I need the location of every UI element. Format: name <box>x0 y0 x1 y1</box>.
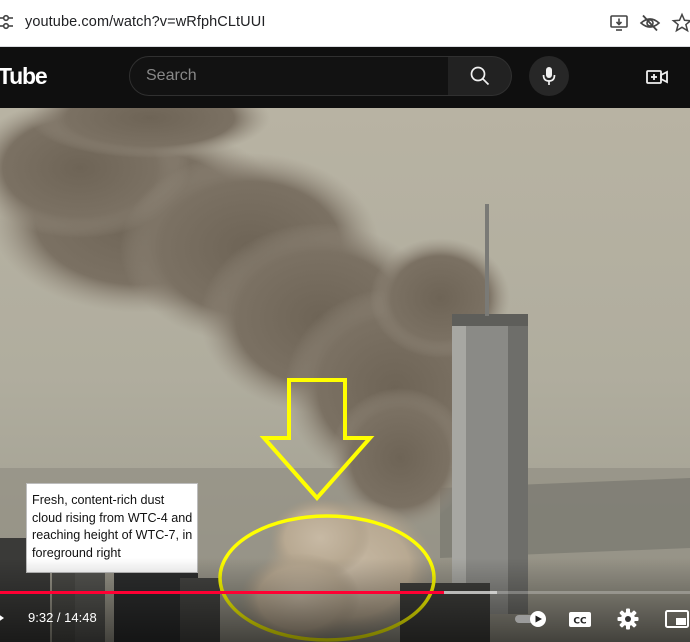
video-player[interactable]: Fresh, content-rich dust cloud rising fr… <box>0 108 690 642</box>
youtube-logo[interactable]: Tube <box>0 63 48 90</box>
eye-off-icon[interactable] <box>639 12 661 34</box>
progress-played <box>0 591 445 594</box>
install-app-icon[interactable] <box>608 12 630 34</box>
svg-text:CC: CC <box>573 617 587 627</box>
captions-button[interactable]: CC <box>563 604 597 634</box>
miniplayer-icon <box>665 610 689 628</box>
search-box[interactable] <box>129 56 449 96</box>
bookmark-star-icon[interactable] <box>671 12 690 34</box>
captions-icon: CC <box>569 612 591 627</box>
time-display: 9:32 / 14:48 <box>28 610 97 625</box>
search-input[interactable] <box>146 57 436 95</box>
site-settings-icon[interactable] <box>0 12 16 32</box>
settings-button[interactable] <box>611 604 645 634</box>
voice-search-button[interactable] <box>529 56 569 96</box>
autoplay-toggle[interactable] <box>512 604 550 634</box>
autoplay-toggle-icon <box>515 611 546 627</box>
progress-bar[interactable] <box>0 591 690 594</box>
create-button[interactable] <box>640 60 674 94</box>
search-button[interactable] <box>448 56 512 96</box>
settings-gear-icon <box>617 608 639 630</box>
annotation-text: Fresh, content-rich dust cloud rising fr… <box>32 493 193 560</box>
youtube-header: Tube <box>0 47 690 108</box>
browser-address-bar: youtube.com/watch?v=wRfphCLtUUI <box>0 0 690 47</box>
create-video-icon <box>646 70 668 84</box>
miniplayer-button[interactable] <box>660 604 690 634</box>
play-icon[interactable] <box>0 611 4 625</box>
microphone-icon <box>542 67 556 85</box>
search-icon <box>470 66 489 86</box>
address-url[interactable]: youtube.com/watch?v=wRfphCLtUUI <box>25 14 265 30</box>
